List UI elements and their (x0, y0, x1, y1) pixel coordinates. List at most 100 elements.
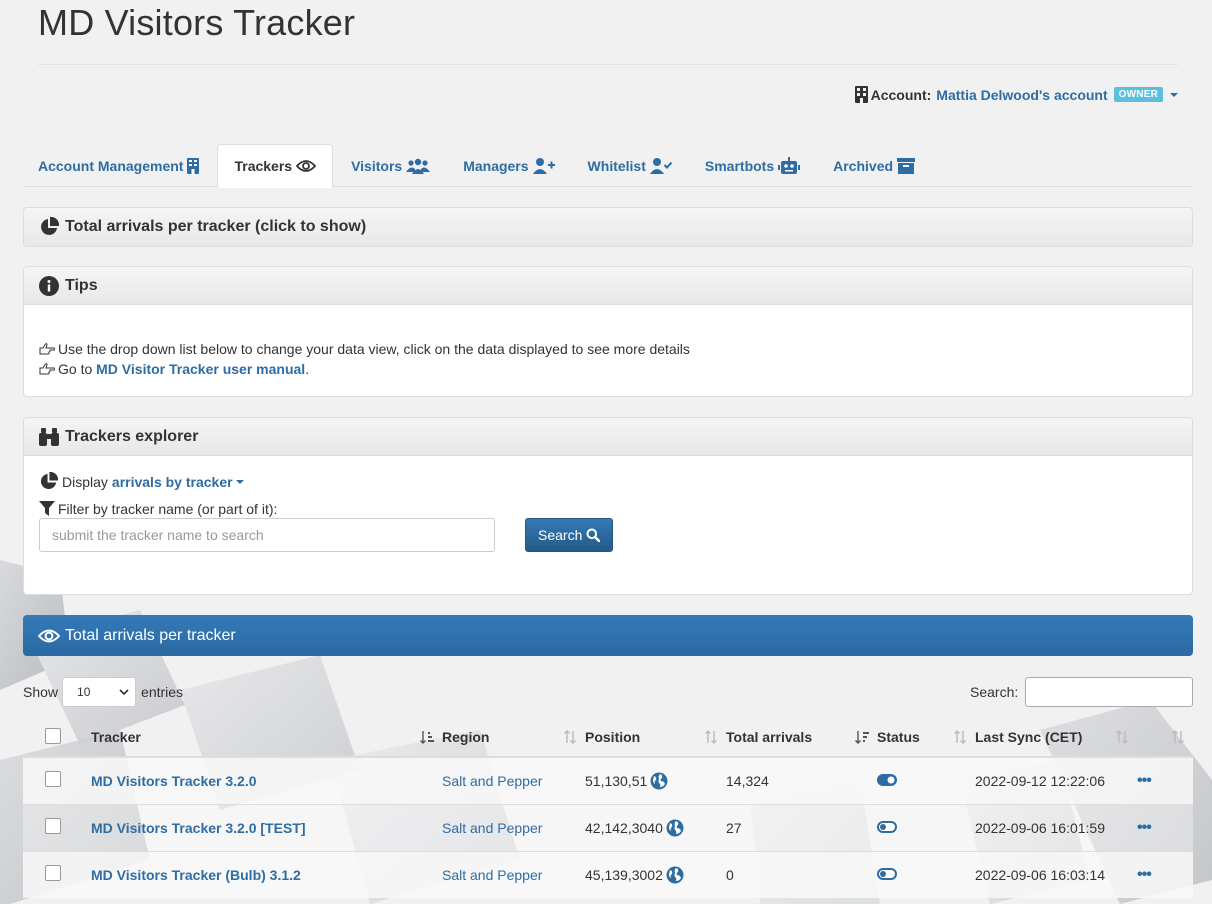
eye-icon (296, 160, 317, 172)
search-button[interactable]: Search (525, 518, 614, 552)
sort-ascending-icon (420, 731, 434, 744)
panel-title: Tips (65, 276, 98, 294)
tips-panel-heading: Tips (24, 267, 1192, 305)
header-label: Last Sync (CET) (975, 729, 1083, 745)
tip-text: Use the drop down list below to change y… (58, 341, 690, 357)
column-header-last-sync[interactable]: Last Sync (CET) (975, 718, 1137, 758)
more-actions-icon[interactable]: ••• (1137, 866, 1152, 883)
results-title: Total arrivals per tracker (65, 626, 236, 644)
tab-label: Archived (833, 157, 894, 174)
hand-point-right-icon (39, 343, 55, 355)
globe-icon[interactable] (666, 819, 684, 837)
globe-icon[interactable] (650, 772, 668, 790)
tracker-name-link[interactable]: MD Visitors Tracker 3.2.0 (91, 773, 257, 789)
user-manual-link[interactable]: MD Visitor Tracker user manual (96, 359, 305, 379)
entries-select[interactable]: 10 (62, 677, 137, 707)
eye-icon (38, 629, 60, 642)
arrivals-value: 14,324 (726, 772, 769, 789)
more-actions-icon[interactable]: ••• (1137, 819, 1152, 836)
table-header-row: Tracker Region Position Total arrivals S… (23, 718, 1193, 758)
tab-archived[interactable]: Archived (818, 144, 930, 187)
position-value: 51,130,51 (585, 772, 648, 789)
archive-icon (897, 157, 916, 174)
tab-visitors[interactable]: Visitors (336, 144, 445, 187)
users-icon (406, 158, 431, 174)
filter-label: Filter by tracker name (or part of it): (58, 501, 278, 517)
results-header: Total arrivals per tracker (23, 615, 1193, 656)
panel-title: Trackers explorer (65, 427, 199, 445)
display-mode-value: arrivals by tracker (111, 473, 233, 490)
column-header-actions[interactable] (1137, 718, 1193, 758)
row-checkbox[interactable] (45, 818, 61, 834)
sort-descending-icon (855, 731, 869, 744)
table-search-input[interactable] (1025, 677, 1194, 707)
building-icon (187, 157, 200, 174)
arrivals-value: 0 (726, 866, 734, 883)
column-header-tracker[interactable]: Tracker (91, 718, 442, 758)
show-label: Show (23, 684, 59, 700)
tracker-search-input[interactable] (39, 518, 495, 552)
header-label: Tracker (91, 729, 141, 745)
tab-label: Account Management (38, 157, 184, 174)
tab-smartbots[interactable]: Smartbots (690, 144, 815, 187)
table-row[interactable]: MD Visitors Tracker 3.2.0 [TEST] Salt an… (23, 803, 1193, 851)
sort-icon (954, 730, 966, 744)
tip-suffix: . (305, 361, 310, 377)
row-checkbox[interactable] (45, 865, 61, 882)
binoculars-icon (39, 427, 59, 446)
panel-title: Total arrivals per tracker (click to sho… (65, 218, 367, 235)
region-link[interactable]: Salt and Pepper (442, 773, 542, 789)
header-label: Total arrivals (726, 729, 813, 745)
account-name[interactable]: Mattia Delwood's account (936, 87, 1107, 103)
region-link[interactable]: Salt and Pepper (442, 867, 542, 883)
header-label: Status (877, 729, 920, 745)
sort-icon (1172, 730, 1184, 744)
tracker-name-link[interactable]: MD Visitors Tracker 3.2.0 [TEST] (91, 820, 306, 836)
account-selector[interactable]: Account: Mattia Delwood's account OWNER (854, 86, 1178, 103)
entries-value: 10 (77, 685, 91, 699)
trackers-explorer-heading: Trackers explorer (24, 418, 1192, 456)
arrivals-chart-panel-heading[interactable]: Total arrivals per tracker (click to sho… (24, 208, 1192, 246)
select-all-checkbox[interactable] (45, 727, 61, 744)
position-value: 45,139,3002 (585, 866, 663, 883)
tab-trackers[interactable]: Trackers (217, 144, 334, 188)
row-checkbox[interactable] (45, 771, 61, 788)
search-button-label: Search (538, 527, 583, 543)
tracker-name-link[interactable]: MD Visitors Tracker (Bulb) 3.1.2 (91, 867, 301, 883)
globe-icon[interactable] (666, 866, 684, 884)
table-search: Search: (970, 677, 1194, 707)
more-actions-icon[interactable]: ••• (1137, 772, 1152, 789)
table-row[interactable]: MD Visitors Tracker 3.2.0 Salt and Peppe… (23, 756, 1193, 804)
tab-whitelist[interactable]: Whitelist (573, 144, 687, 187)
tab-label: Visitors (351, 157, 403, 174)
last-sync-value: 2022-09-06 16:01:59 (975, 819, 1105, 836)
chevron-down-icon (119, 689, 129, 695)
column-header-position[interactable]: Position (585, 718, 726, 758)
chevron-down-icon[interactable] (1170, 92, 1178, 97)
tip-item: Use the drop down list below to change y… (39, 339, 1177, 359)
toggle-on-icon[interactable] (877, 773, 897, 786)
title-divider (38, 64, 1178, 65)
filter-icon (39, 501, 55, 516)
column-header-total-arrivals[interactable]: Total arrivals (726, 718, 877, 758)
user-check-icon (649, 157, 672, 174)
building-icon (854, 86, 868, 103)
tab-managers[interactable]: Managers (448, 144, 569, 187)
toggle-off-icon[interactable] (877, 867, 897, 880)
last-sync-value: 2022-09-12 12:22:06 (975, 772, 1105, 789)
user-plus-icon (532, 157, 555, 174)
region-link[interactable]: Salt and Pepper (442, 820, 542, 836)
toggle-off-icon[interactable] (877, 820, 897, 833)
column-header-region[interactable]: Region (442, 718, 585, 758)
main-tabs: Account Management Trackers Visitors Man… (23, 144, 1193, 188)
display-mode-dropdown[interactable]: arrivals by tracker (112, 474, 244, 490)
sort-icon (705, 730, 717, 744)
page-title: MD Visitors Tracker (38, 2, 356, 43)
position-value: 42,142,3040 (585, 819, 663, 836)
tab-account-management[interactable]: Account Management (23, 144, 214, 187)
arrivals-chart-panel[interactable]: Total arrivals per tracker (click to sho… (23, 207, 1193, 247)
column-header-status[interactable]: Status (877, 718, 975, 758)
tip-item: Go to MD Visitor Tracker user manual. (39, 359, 1177, 379)
table-row[interactable]: MD Visitors Tracker (Bulb) 3.1.2 Salt an… (23, 850, 1193, 898)
hand-point-right-icon (39, 363, 55, 375)
